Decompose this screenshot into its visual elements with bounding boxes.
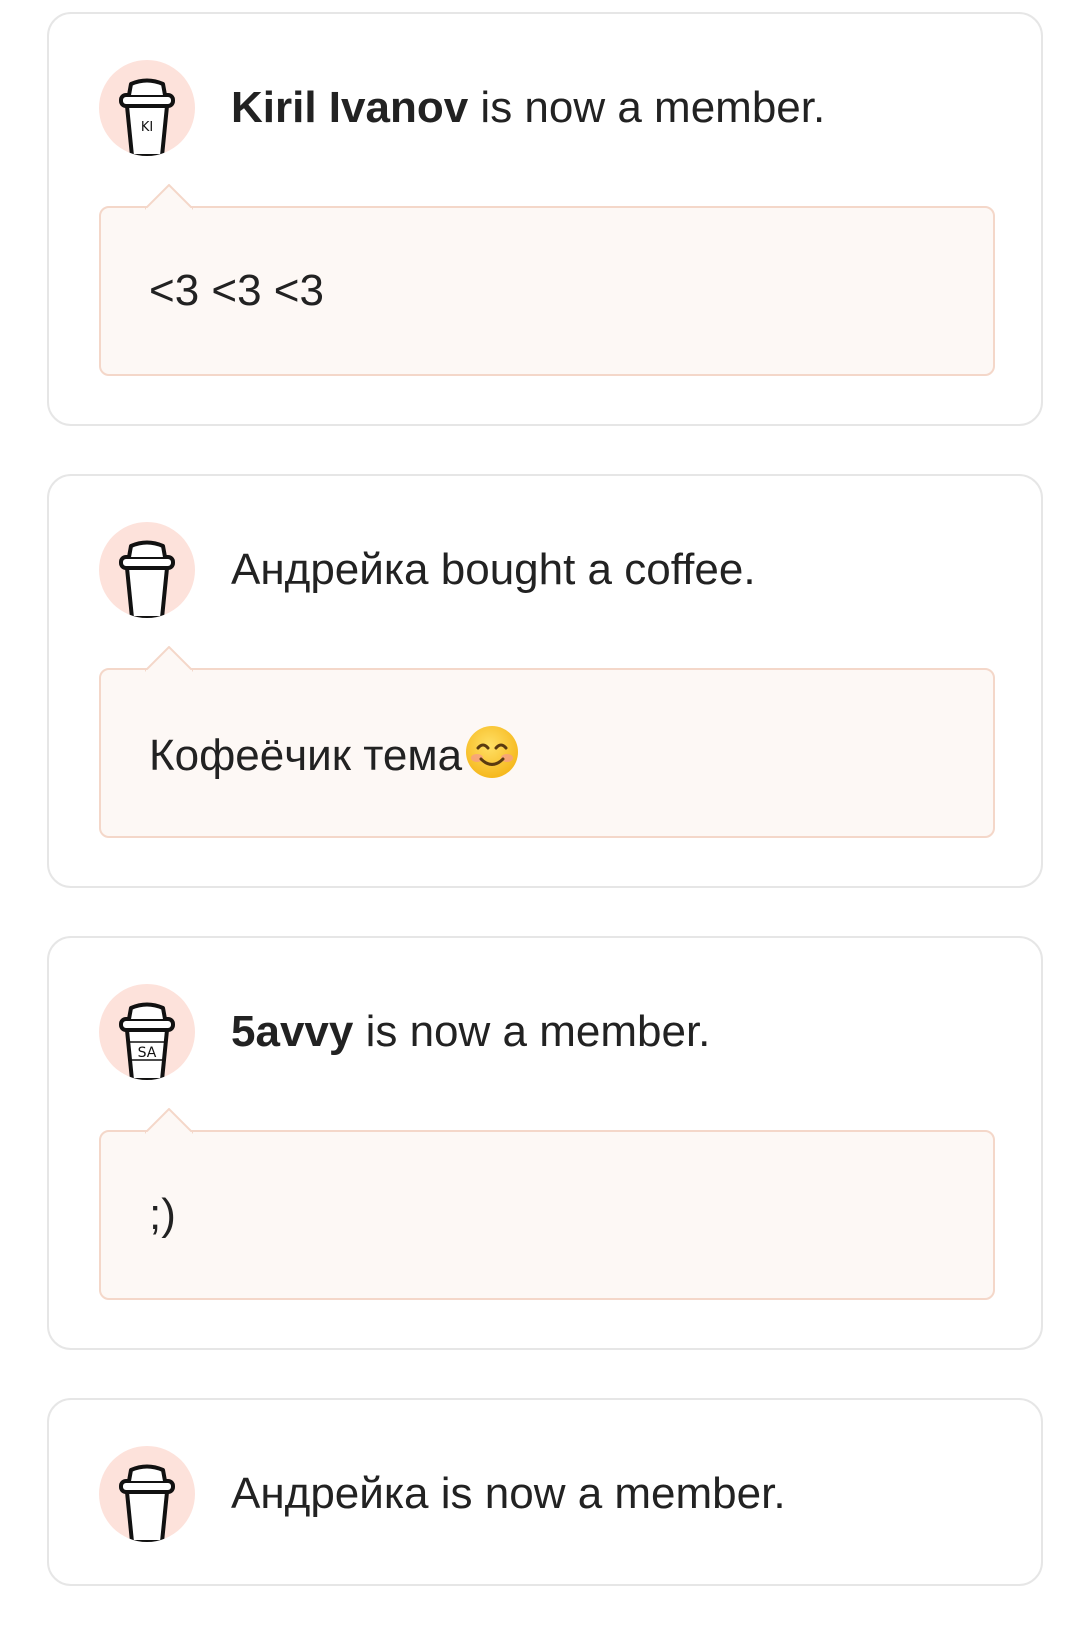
supporter-action: bought a coffee. bbox=[428, 545, 756, 594]
avatar-initials: SA bbox=[138, 1045, 157, 1061]
message-bubble: <3 <3 <3 bbox=[99, 184, 995, 376]
feed-card: Андрейка is now a member. bbox=[47, 1398, 1043, 1586]
avatar[interactable] bbox=[99, 1446, 195, 1542]
supporter-name[interactable]: Андрейка bbox=[231, 1469, 429, 1518]
avatar-initials: KI bbox=[141, 120, 153, 135]
supporter-action: is now a member. bbox=[353, 1007, 711, 1056]
avatar[interactable] bbox=[99, 522, 195, 618]
avatar[interactable]: KI bbox=[99, 60, 195, 156]
coffee-cup-icon: KI bbox=[119, 78, 175, 156]
feed-card-header: Андрейка is now a member. bbox=[99, 1446, 991, 1542]
smiling-face-icon bbox=[466, 726, 519, 778]
feed-card-header: KI Kiril Ivanov is now a member. bbox=[99, 60, 991, 156]
feed-card-text: Андрейка bought a coffee. bbox=[231, 544, 756, 596]
message-text: <3 <3 <3 bbox=[149, 266, 324, 315]
feed-card: SA 5avvy is now a member. ;) bbox=[47, 936, 1043, 1350]
message-bubble: Кофеёчик тема bbox=[99, 646, 995, 838]
message-text: ;) bbox=[149, 1190, 176, 1239]
supporter-action: is now a member. bbox=[428, 1469, 786, 1518]
coffee-cup-icon bbox=[119, 1464, 175, 1542]
coffee-cup-icon: SA bbox=[119, 1002, 175, 1080]
message-content: Кофеёчик тема bbox=[149, 724, 520, 782]
supporter-name[interactable]: Андрейка bbox=[231, 545, 429, 594]
avatar[interactable]: SA bbox=[99, 984, 195, 1080]
feed-card: KI Kiril Ivanov is now a member. <3 <3 <… bbox=[47, 12, 1043, 426]
feed-card-header: SA 5avvy is now a member. bbox=[99, 984, 991, 1080]
feed-card-text: Kiril Ivanov is now a member. bbox=[231, 82, 825, 134]
feed-card-text: 5avvy is now a member. bbox=[231, 1006, 710, 1058]
feed-card-header: Андрейка bought a coffee. bbox=[99, 522, 991, 618]
message-bubble: ;) bbox=[99, 1108, 995, 1300]
supporter-action: is now a member. bbox=[468, 83, 826, 132]
supporter-name[interactable]: Kiril Ivanov bbox=[231, 83, 468, 132]
message-text: Кофеёчик тема bbox=[149, 731, 463, 780]
supporter-feed: KI Kiril Ivanov is now a member. <3 <3 <… bbox=[47, 12, 1043, 1634]
feed-card: Андрейка bought a coffee. Кофеёчик тема bbox=[47, 474, 1043, 888]
coffee-cup-icon bbox=[119, 540, 175, 618]
feed-card-text: Андрейка is now a member. bbox=[231, 1468, 786, 1520]
supporter-name[interactable]: 5avvy bbox=[231, 1007, 353, 1056]
